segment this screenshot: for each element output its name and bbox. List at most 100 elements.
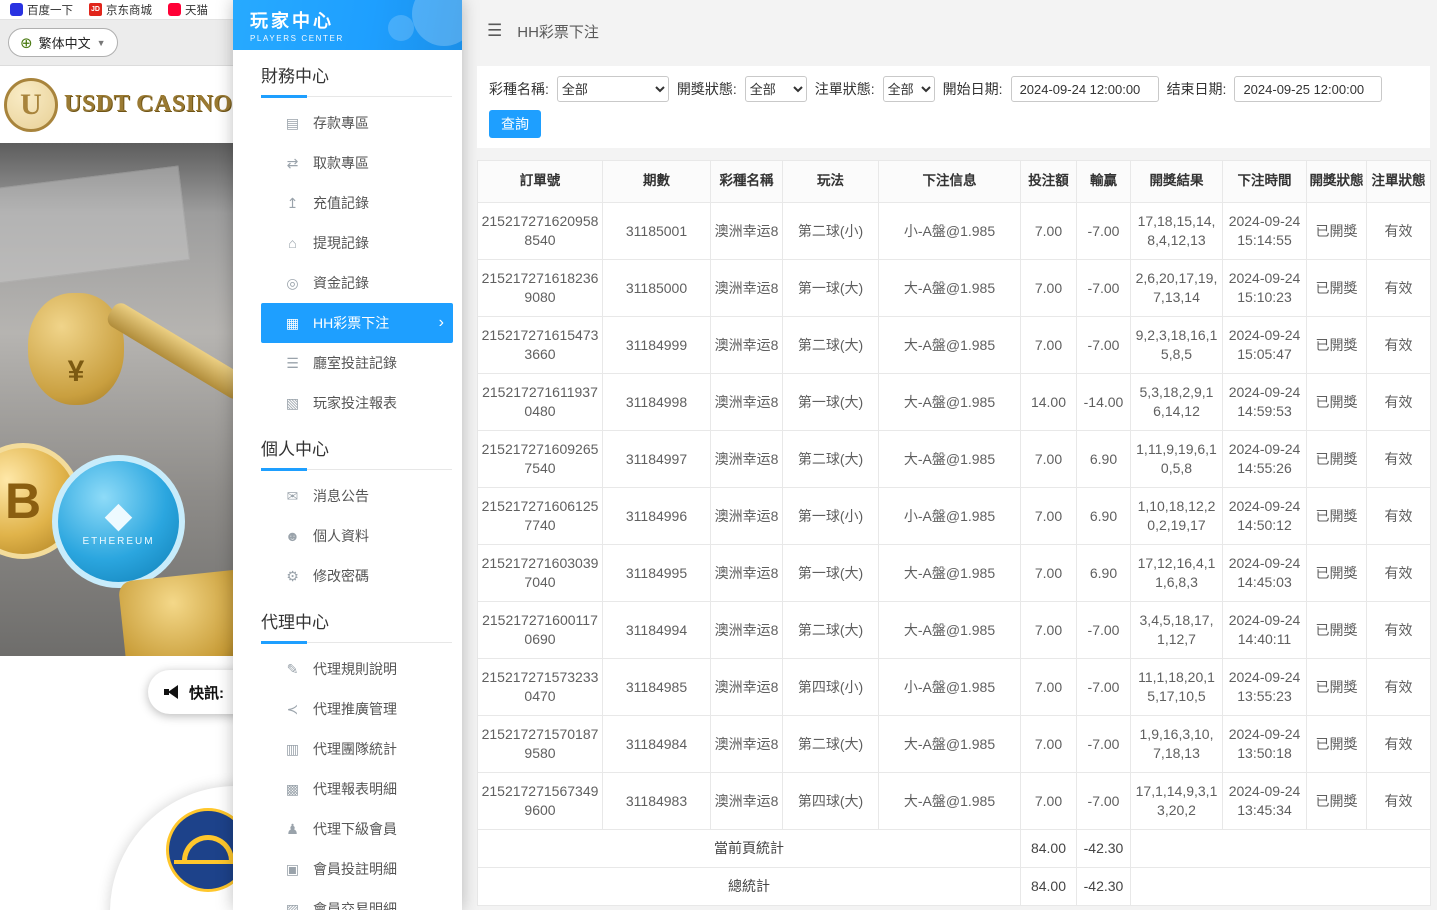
- table-row: 215217271620958854031185001澳洲幸运8第二球(小)小-…: [478, 203, 1431, 260]
- cell-play: 第二球(大): [783, 602, 879, 659]
- start-date-input[interactable]: [1011, 76, 1159, 102]
- sidebar-item-label: 玩家投注報表: [313, 393, 397, 413]
- casino-logo-text[interactable]: USDT CASINO: [64, 91, 232, 118]
- order-status-select[interactable]: 全部: [883, 76, 935, 102]
- table-row: 215217271615473366031184999澳洲幸运8第二球(大)大-…: [478, 317, 1431, 374]
- cell-bet-info: 大-A盤@1.985: [879, 545, 1021, 602]
- ticker-label: 快訊:: [189, 682, 224, 703]
- sidebar-item-label: 存款專區: [313, 113, 369, 133]
- jd-icon: JD: [89, 3, 102, 16]
- gold-coins-image: [118, 568, 233, 656]
- lottery-select[interactable]: 全部: [557, 76, 669, 102]
- summary-winloss: -42.30: [1077, 868, 1131, 906]
- cell-win-loss: -7.00: [1077, 317, 1131, 374]
- sidebar-item-player-bet-report[interactable]: ▧ 玩家投注報表: [261, 383, 453, 423]
- cell-period: 31184999: [603, 317, 711, 374]
- bookmark-baidu[interactable]: 百度一下: [10, 2, 73, 18]
- sidebar-item-agent-rules[interactable]: ✎代理規則說明: [261, 649, 453, 689]
- sidebar-item-recharge-record[interactable]: ↥充值記錄: [261, 183, 453, 223]
- cell-draw-status: 已開獎: [1307, 203, 1367, 260]
- globe-icon: ⊕: [20, 34, 33, 52]
- cell-win-loss: 6.90: [1077, 545, 1131, 602]
- sidebar-item-member-bet-detail[interactable]: ▣會員投註明細: [261, 849, 453, 889]
- table-header-row: 訂單號期數彩種名稱玩法下注信息投注額輸贏開獎結果下注時間開獎狀態注單狀態: [478, 161, 1431, 203]
- order-status-filter-label: 注單狀態:: [815, 79, 875, 99]
- announcements-icon: ✉: [285, 488, 300, 505]
- cell-bet-info: 小-A盤@1.985: [879, 488, 1021, 545]
- sidebar-item-hh-lottery-bets[interactable]: ▦HH彩票下注›: [261, 303, 453, 343]
- cell-order-no: 2152172715673499600: [478, 773, 603, 830]
- cell-play: 第二球(大): [783, 317, 879, 374]
- sidebar-nav: 財務中心▤存款專區⇄取款專區↥充值記錄⌂提現記錄◎資金記錄▦HH彩票下注›☰廳室…: [233, 62, 462, 910]
- sidebar-item-label: 代理下級會員: [313, 819, 397, 839]
- column-header-10: 注單狀態: [1367, 161, 1431, 203]
- filter-panel: 彩種名稱: 全部 開獎狀態: 全部 注單狀態: 全部 開始日期: 结束日期: 查…: [477, 66, 1430, 148]
- sidebar-item-member-transaction-detail[interactable]: ▨會員交易明細: [261, 889, 453, 910]
- sidebar-item-room-bet-record[interactable]: ☰廳室投註記錄: [261, 343, 453, 383]
- bookmark-label: 京东商城: [106, 2, 152, 18]
- sidebar-item-change-password[interactable]: ⚙修改密碼: [261, 556, 453, 596]
- sidebar-item-announcements[interactable]: ✉消息公告: [261, 476, 453, 516]
- cell-draw-status: 已開獎: [1307, 602, 1367, 659]
- language-selector[interactable]: ⊕ 繁体中文 ▼: [8, 28, 118, 57]
- sidebar-item-label: 代理團隊統計: [313, 739, 397, 759]
- sidebar-item-deposit[interactable]: ▤存款專區: [261, 103, 453, 143]
- sidebar-item-agent-sub-members[interactable]: ♟代理下級會員: [261, 809, 453, 849]
- sidebar-item-withdraw-record[interactable]: ⌂提現記錄: [261, 223, 453, 263]
- sidebar-item-profile[interactable]: ☻個人資料: [261, 516, 453, 556]
- cell-period: 31184998: [603, 374, 711, 431]
- sidebar-item-withdraw[interactable]: ⇄取款專區: [261, 143, 453, 183]
- cell-amount: 7.00: [1021, 602, 1077, 659]
- cell-win-loss: -7.00: [1077, 659, 1131, 716]
- cell-win-loss: -7.00: [1077, 773, 1131, 830]
- search-button[interactable]: 查詢: [489, 110, 541, 138]
- cell-order-status: 有效: [1367, 317, 1431, 374]
- casino-logo-emblem[interactable]: U: [4, 78, 58, 132]
- cell-draw-status: 已開獎: [1307, 773, 1367, 830]
- draw-status-select[interactable]: 全部: [745, 76, 807, 102]
- cell-order-status: 有效: [1367, 773, 1431, 830]
- cell-bet-time: 2024-09-24 14:59:53: [1223, 374, 1307, 431]
- cell-play: 第四球(大): [783, 773, 879, 830]
- cell-amount: 14.00: [1021, 374, 1077, 431]
- column-header-3: 玩法: [783, 161, 879, 203]
- cell-draw-status: 已開獎: [1307, 260, 1367, 317]
- cell-period: 31184997: [603, 431, 711, 488]
- cell-order-no: 2152172716092657540: [478, 431, 603, 488]
- cell-bet-time: 2024-09-24 13:45:34: [1223, 773, 1307, 830]
- sidebar-item-label: 充值記錄: [313, 193, 369, 213]
- draw-status-filter-label: 開獎狀態:: [677, 79, 737, 99]
- agent-team-stats-icon: ▥: [285, 741, 300, 758]
- lottery-filter-label: 彩種名稱:: [489, 79, 549, 99]
- page-summary-row: 當前頁統計84.00-42.30: [478, 830, 1431, 868]
- cell-period: 31184994: [603, 602, 711, 659]
- bookmark-tmall[interactable]: 天猫: [168, 2, 208, 18]
- table-row: 215217271603039704031184995澳洲幸运8第一球(大)大-…: [478, 545, 1431, 602]
- withdraw-icon: ⇄: [285, 155, 300, 172]
- sidebar-item-label: 個人資料: [313, 526, 369, 546]
- cell-lottery: 澳洲幸运8: [711, 659, 783, 716]
- cell-lottery: 澳洲幸运8: [711, 203, 783, 260]
- player-bet-report-icon: ▧: [285, 395, 300, 412]
- column-header-1: 期數: [603, 161, 711, 203]
- bookmark-jd[interactable]: JD 京东商城: [89, 2, 152, 18]
- sidebar-item-agent-team-stats[interactable]: ▥ 代理團隊統計: [261, 729, 453, 769]
- menu-toggle-icon[interactable]: ☰: [487, 21, 502, 41]
- ethereum-diamond-icon: ◆: [105, 497, 133, 533]
- end-date-input[interactable]: [1234, 76, 1382, 102]
- summary-winloss: -42.30: [1077, 830, 1131, 868]
- sidebar-item-agent-promotion[interactable]: ≺代理推廣管理: [261, 689, 453, 729]
- ethereum-coin-image: ◆ ETHEREUM: [52, 455, 185, 588]
- baidu-icon: [10, 3, 23, 16]
- cell-win-loss: -7.00: [1077, 716, 1131, 773]
- cell-win-loss: -14.00: [1077, 374, 1131, 431]
- sidebar-item-agent-report-detail[interactable]: ▩代理報表明細: [261, 769, 453, 809]
- cell-bet-time: 2024-09-24 13:55:23: [1223, 659, 1307, 716]
- cell-result: 17,12,16,4,11,6,8,3: [1131, 545, 1223, 602]
- column-header-6: 輸贏: [1077, 161, 1131, 203]
- summary-empty: [1131, 868, 1431, 906]
- column-header-9: 開獎狀態: [1307, 161, 1367, 203]
- cell-bet-time: 2024-09-24 15:10:23: [1223, 260, 1307, 317]
- background-page: 百度一下JD京东商城天猫 ⊕ 繁体中文 ▼ U USDT CASINO ¥ B …: [0, 0, 233, 910]
- sidebar-item-fund-record[interactable]: ◎資金記錄: [261, 263, 453, 303]
